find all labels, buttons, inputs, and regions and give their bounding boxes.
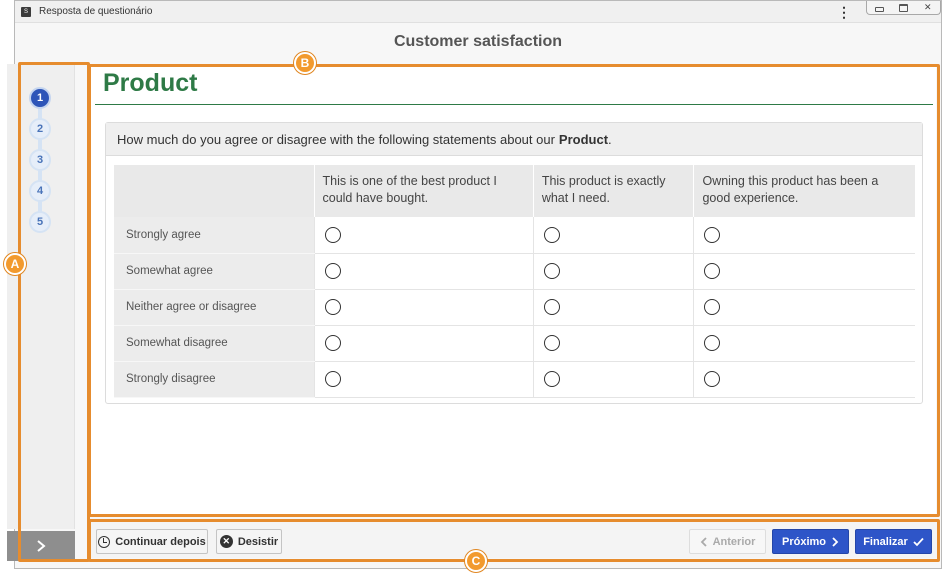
maximize-icon xyxy=(898,3,908,12)
annotation-box-a xyxy=(18,62,90,562)
minimize-button[interactable] xyxy=(872,3,886,13)
minimize-icon xyxy=(874,6,884,12)
annotation-badge-a: A xyxy=(4,253,26,275)
questionnaire-title: Customer satisfaction xyxy=(393,33,563,50)
annotation-badge-c: C xyxy=(465,550,487,572)
close-button[interactable]: ✕ xyxy=(921,2,935,13)
more-options-icon[interactable]: ⋮ xyxy=(837,4,851,20)
annotation-badge-b: B xyxy=(294,52,316,74)
maximize-button[interactable] xyxy=(896,3,910,13)
questionnaire-header: Customer satisfaction xyxy=(15,23,941,61)
app-icon: S xyxy=(21,6,31,17)
annotation-box-b xyxy=(88,64,940,517)
window-title: Resposta de questionário xyxy=(39,6,153,17)
close-icon: ✕ xyxy=(924,2,932,12)
title-bar: S Resposta de questionário ⋮ ✕ xyxy=(15,1,941,23)
window-controls: ✕ xyxy=(866,1,941,15)
annotation-box-c xyxy=(88,519,940,562)
